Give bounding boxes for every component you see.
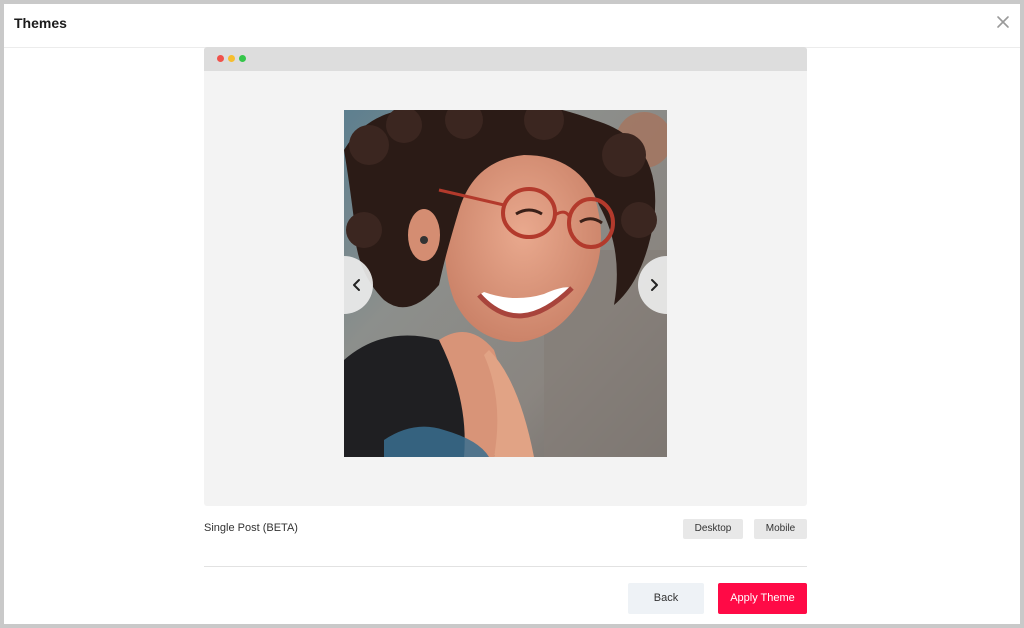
theme-name: Single Post (BETA) [204,522,298,534]
mobile-preview-button[interactable]: Mobile [754,519,807,539]
window-yellow-dot [228,55,235,62]
chevron-right-icon [651,279,658,291]
close-icon[interactable] [994,13,1012,31]
modal-title: Themes [14,15,67,31]
chevron-left-icon [353,279,360,291]
footer-divider [204,566,807,567]
desktop-preview-button[interactable]: Desktop [683,519,743,539]
browser-bar [204,47,807,71]
apply-theme-button[interactable]: Apply Theme [718,583,807,614]
theme-preview-frame [204,47,807,506]
back-button[interactable]: Back [628,583,704,614]
window-red-dot [217,55,224,62]
modal-header: Themes [4,4,1020,48]
post-image [344,110,667,457]
window-green-dot [239,55,246,62]
